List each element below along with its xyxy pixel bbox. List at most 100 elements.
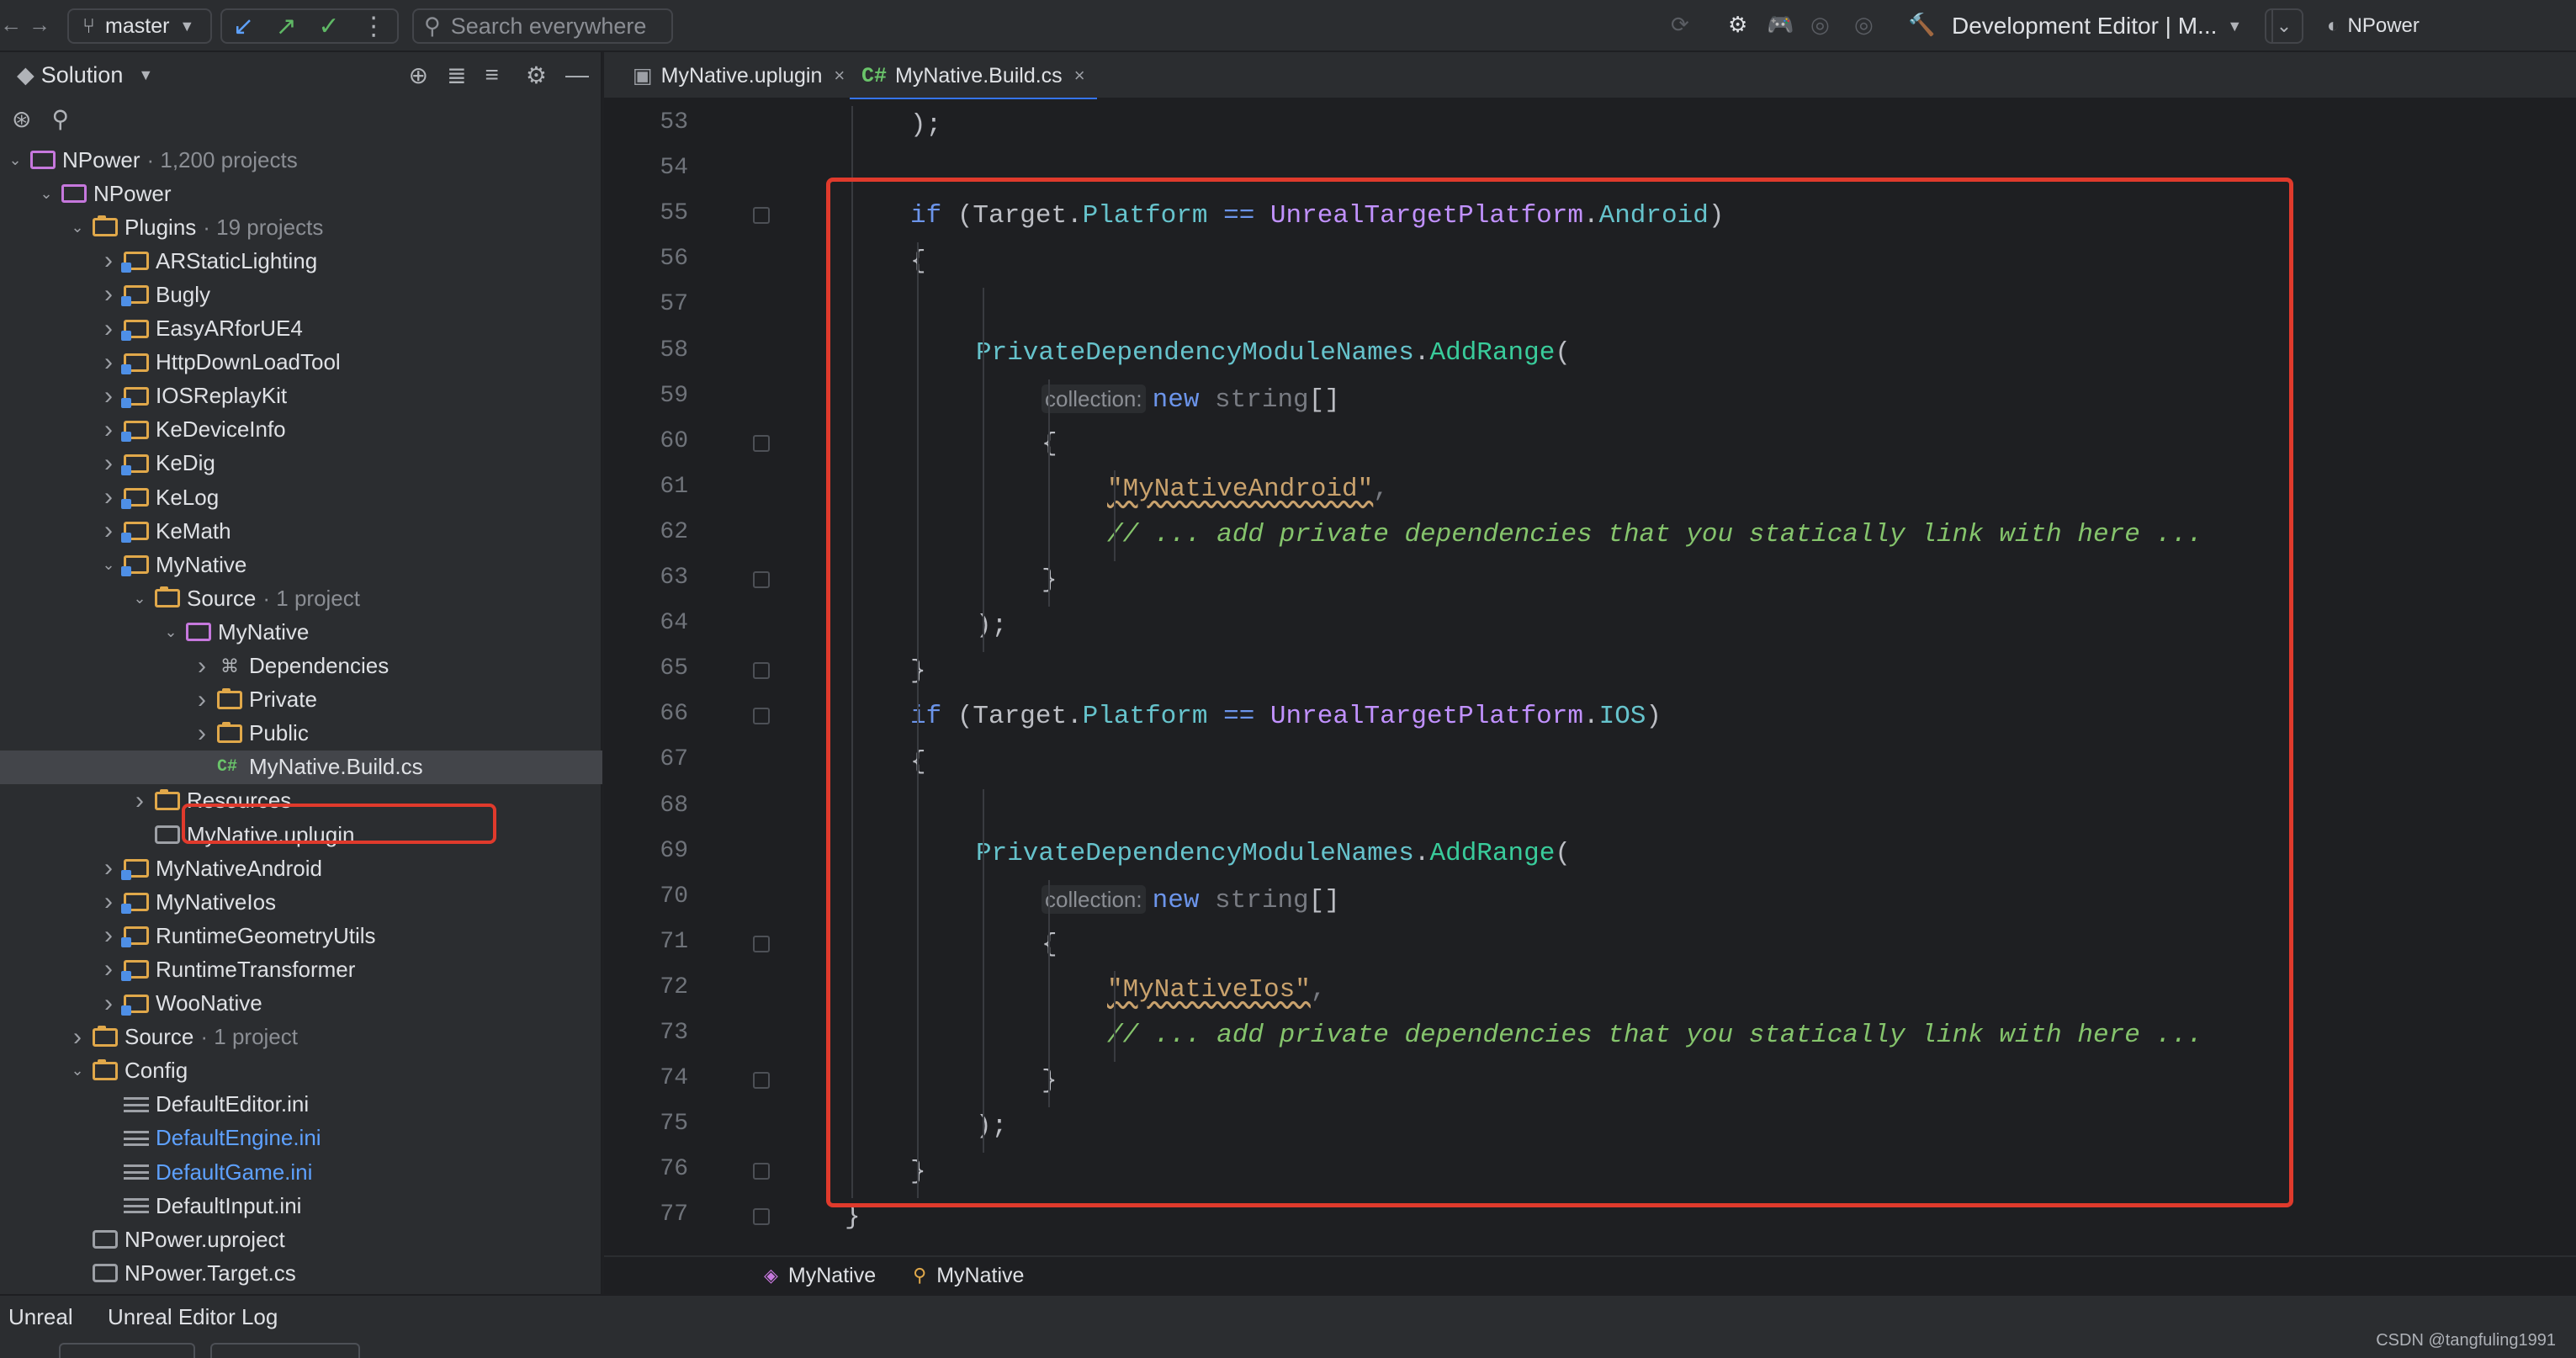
vcs-update-icon[interactable]: ↙: [233, 12, 254, 41]
tree-item[interactable]: › KeMath: [0, 514, 602, 548]
chevron-right-icon[interactable]: ›: [98, 382, 119, 411]
code-fold-marker[interactable]: [753, 935, 770, 952]
settings-gear-icon[interactable]: ⚙: [526, 61, 547, 89]
tree-item[interactable]: › Source · 1 project: [0, 1021, 602, 1054]
bottom-subtab[interactable]: [59, 1343, 195, 1358]
collapse-all-icon[interactable]: ≡: [485, 61, 499, 88]
search-everywhere[interactable]: ⚲ Search everywhere: [412, 8, 673, 44]
chevron-right-icon[interactable]: ›: [98, 854, 119, 883]
tree-item[interactable]: ⌄ Source · 1 project: [0, 581, 602, 615]
chevron-right-icon[interactable]: ›: [98, 955, 119, 984]
gamepad-disabled-icon[interactable]: ◎: [1810, 13, 1830, 35]
tree-item[interactable]: ⌄ Config: [0, 1054, 602, 1088]
tree-item[interactable]: › Private: [0, 683, 602, 717]
chevron-down-icon[interactable]: ⌄: [98, 556, 119, 574]
run-configuration-selector[interactable]: Development Editor | M... ▼: [1952, 7, 2242, 45]
tree-item[interactable]: ⌄ MyNative: [0, 615, 602, 649]
tree-item[interactable]: › KeLog: [0, 480, 602, 514]
code-editor[interactable]: 53); 54 55 if (Target.Platform == UnrealTar…: [604, 99, 2576, 1255]
code-fold-marker[interactable]: [753, 1072, 770, 1090]
tree-item[interactable]: › MyNativeIos: [0, 885, 602, 919]
tree-item[interactable]: DefaultGame.ini: [0, 1155, 602, 1189]
forward-arrow-icon[interactable]: →: [29, 13, 50, 35]
chevron-down-icon[interactable]: ▼: [138, 66, 153, 84]
close-icon[interactable]: ×: [1074, 65, 1085, 87]
file-filter-icon[interactable]: ⊛: [12, 105, 31, 133]
tree-item[interactable]: › HttpDownLoadTool: [0, 346, 602, 379]
chevron-right-icon[interactable]: ›: [192, 686, 212, 714]
chevron-right-icon[interactable]: ›: [98, 280, 119, 309]
chevron-right-icon[interactable]: ›: [98, 348, 119, 377]
tree-item[interactable]: DefaultEditor.ini: [0, 1088, 602, 1122]
vcs-push-icon[interactable]: ↗: [276, 12, 297, 41]
bottom-subtab[interactable]: [210, 1343, 360, 1358]
tree-item[interactable]: NPower.Target.cs: [0, 1256, 602, 1290]
chevron-right-icon[interactable]: ›: [67, 1023, 87, 1052]
tree-item[interactable]: › Public: [0, 717, 602, 751]
chevron-right-icon[interactable]: ›: [98, 247, 119, 275]
chevron-down-icon[interactable]: ⌄: [67, 1062, 87, 1080]
solution-title[interactable]: Solution: [41, 62, 124, 88]
chevron-down-icon[interactable]: ⌄: [161, 623, 181, 641]
tree-item[interactable]: DefaultInput.ini: [0, 1189, 602, 1223]
settings-gear-icon[interactable]: ⚙: [1728, 13, 1747, 35]
tree-item[interactable]: › ARStaticLighting: [0, 244, 602, 278]
tab-mynative-uplugin[interactable]: ▣ MyNative.uplugin ×: [621, 52, 856, 99]
search-icon[interactable]: ⚲: [51, 105, 69, 133]
chevron-right-icon[interactable]: ›: [98, 888, 119, 916]
breadcrumb-item-class[interactable]: ⚲ MyNative: [913, 1264, 1024, 1288]
code-fold-marker[interactable]: [753, 662, 770, 680]
chevron-right-icon[interactable]: ›: [192, 652, 212, 681]
tree-item[interactable]: › MyNativeAndroid: [0, 851, 602, 885]
chevron-down-icon[interactable]: ⌄: [36, 185, 56, 203]
tree-item[interactable]: › WooNative: [0, 987, 602, 1021]
build-hammer-icon[interactable]: 🔨: [1908, 13, 1935, 35]
tree-item[interactable]: DefaultEngine.ini: [0, 1122, 602, 1155]
code-fold-marker[interactable]: [753, 207, 770, 225]
chevron-right-icon[interactable]: ›: [98, 921, 119, 950]
gamepad-icon[interactable]: 🎮: [1767, 13, 1794, 35]
tree-item[interactable]: ⌄ Plugins · 19 projects: [0, 210, 602, 244]
chevron-right-icon[interactable]: ›: [192, 719, 212, 748]
locate-icon[interactable]: ⊕: [409, 61, 428, 89]
vcs-branch-selector[interactable]: ⑂ master ▼: [67, 8, 212, 44]
tree-item[interactable]: NPower.uproject: [0, 1223, 602, 1256]
chevron-right-icon[interactable]: ›: [98, 517, 119, 545]
code-fold-marker[interactable]: [753, 1208, 770, 1226]
tree-item[interactable]: ⌄ MyNative: [0, 548, 602, 581]
tree-item[interactable]: › IOSReplayKit: [0, 379, 602, 413]
chevron-right-icon[interactable]: ›: [130, 787, 150, 815]
chevron-right-icon[interactable]: ›: [98, 449, 119, 478]
expand-all-icon[interactable]: ≣: [447, 61, 466, 89]
tree-item[interactable]: › KeDig: [0, 447, 602, 480]
code-fold-marker[interactable]: [753, 571, 770, 588]
minimize-icon[interactable]: —: [565, 61, 589, 88]
project-selector[interactable]: ◐ NPower: [2271, 8, 2576, 44]
close-icon[interactable]: ×: [834, 65, 845, 87]
tree-item[interactable]: ⌄ NPower: [0, 177, 602, 210]
tree-item[interactable]: › RuntimeGeometryUtils: [0, 919, 602, 952]
tree-item[interactable]: C# MyNative.Build.cs: [0, 750, 602, 784]
chevron-right-icon[interactable]: ›: [98, 416, 119, 444]
code-fold-marker[interactable]: [753, 1163, 770, 1180]
chevron-right-icon[interactable]: ›: [98, 315, 119, 343]
vcs-commit-icon[interactable]: ✓: [318, 12, 339, 41]
chevron-down-icon[interactable]: ⌄: [5, 151, 25, 169]
chevron-down-icon[interactable]: ⌄: [130, 590, 150, 607]
code-fold-marker[interactable]: [753, 708, 770, 725]
tree-item[interactable]: ⌄ NPower · 1,200 projects: [0, 143, 602, 177]
chevron-right-icon[interactable]: ›: [98, 989, 119, 1018]
sync-icon[interactable]: ⟳: [1671, 13, 1689, 35]
tree-item[interactable]: › KeDeviceInfo: [0, 413, 602, 447]
chevron-down-icon[interactable]: ⌄: [67, 219, 87, 236]
vcs-more-icon[interactable]: ⋮: [361, 12, 386, 41]
tab-unreal[interactable]: Unreal: [8, 1304, 73, 1330]
chevron-right-icon[interactable]: ›: [98, 483, 119, 512]
gamepad-disabled-icon-2[interactable]: ◎: [1854, 13, 1874, 35]
tree-item[interactable]: › ⌘ Dependencies: [0, 650, 602, 683]
breadcrumb-item-project[interactable]: ◈ MyNative: [764, 1264, 876, 1288]
tree-item[interactable]: › RuntimeTransformer: [0, 952, 602, 986]
back-arrow-icon[interactable]: ←: [0, 13, 22, 35]
tree-item[interactable]: › Bugly: [0, 278, 602, 311]
code-fold-marker[interactable]: [753, 434, 770, 452]
